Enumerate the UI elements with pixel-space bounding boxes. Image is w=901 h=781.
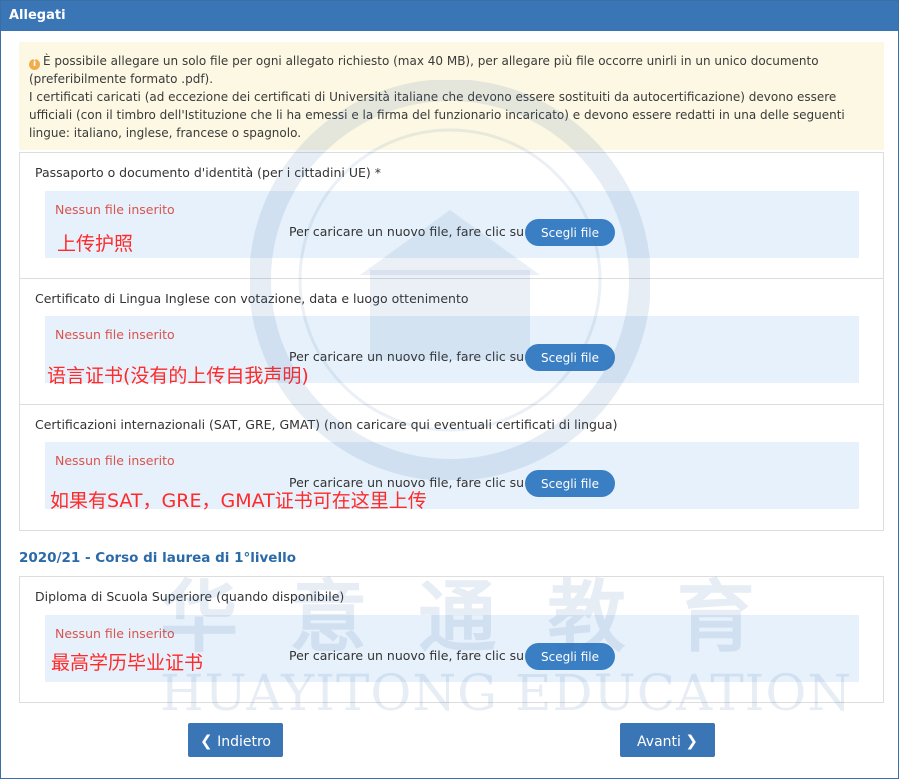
section-label: Passaporto o documento d'identità (per i… [35,165,381,180]
section-label: Certificazioni internazionali (SAT, GRE,… [35,417,618,432]
no-file-text: Nessun file inserito [55,202,175,217]
choose-file-button[interactable]: Scegli file [525,470,615,497]
annotation-text: 最高学历毕业证书 [51,652,204,674]
chevron-right-icon: ❯ [685,732,698,750]
upload-hint: Per caricare un nuovo file, fare clic su [289,648,525,663]
upload-area: Nessun file inserito 语言证书(没有的上传自我声明) Per… [45,316,859,387]
panel-header: Allegati [1,1,898,31]
choose-file-button[interactable]: Scegli file [525,643,615,670]
next-button-label: Avanti [637,734,681,750]
upload-area: Nessun file inserito 上传护照 Per caricare u… [45,191,859,258]
attachment-section-diploma: Diploma di Scuola Superiore (quando disp… [19,576,884,703]
info-line-1: È possibile allegare un solo file per og… [29,54,819,86]
upload-area: Nessun file inserito 最高学历毕业证书 Per carica… [45,615,859,682]
no-file-text: Nessun file inserito [55,327,175,342]
attachment-section-english-certificate: Certificato di Lingua Inglese con votazi… [19,279,884,405]
info-line-2: I certificati caricati (ad eccezione dei… [29,90,845,140]
upload-hint: Per caricare un nuovo file, fare clic su [289,224,525,239]
info-icon: i [29,59,40,70]
annotation-text: 上传护照 [57,233,134,255]
no-file-text: Nessun file inserito [55,626,175,641]
choose-file-button[interactable]: Scegli file [525,219,615,246]
panel-title: Allegati [9,8,66,23]
upload-hint: Per caricare un nuovo file, fare clic su [289,349,525,364]
attachment-section-passport: Passaporto o documento d'identità (per i… [19,152,884,279]
back-button[interactable]: ❮ Indietro [188,723,283,757]
annotation-text: 语言证书(没有的上传自我声明) [47,365,309,387]
upload-area: Nessun file inserito 如果有SAT，GRE，GMAT证书可在… [45,442,859,512]
attachment-section-international-certifications: Certificazioni internazionali (SAT, GRE,… [19,405,884,531]
annotation-text: 如果有SAT，GRE，GMAT证书可在这里上传 [50,490,427,512]
course-title: 2020/21 - Corso di laurea di 1°livello [19,550,296,566]
choose-file-button[interactable]: Scegli file [525,344,615,371]
no-file-text: Nessun file inserito [55,453,175,468]
next-button[interactable]: Avanti ❯ [620,723,715,757]
info-notice: iÈ possibile allegare un solo file per o… [19,42,884,150]
back-button-label: Indietro [217,734,271,750]
upload-hint: Per caricare un nuovo file, fare clic su [289,475,525,490]
section-label: Diploma di Scuola Superiore (quando disp… [35,589,345,604]
chevron-left-icon: ❮ [200,732,213,750]
section-label: Certificato di Lingua Inglese con votazi… [35,291,469,306]
